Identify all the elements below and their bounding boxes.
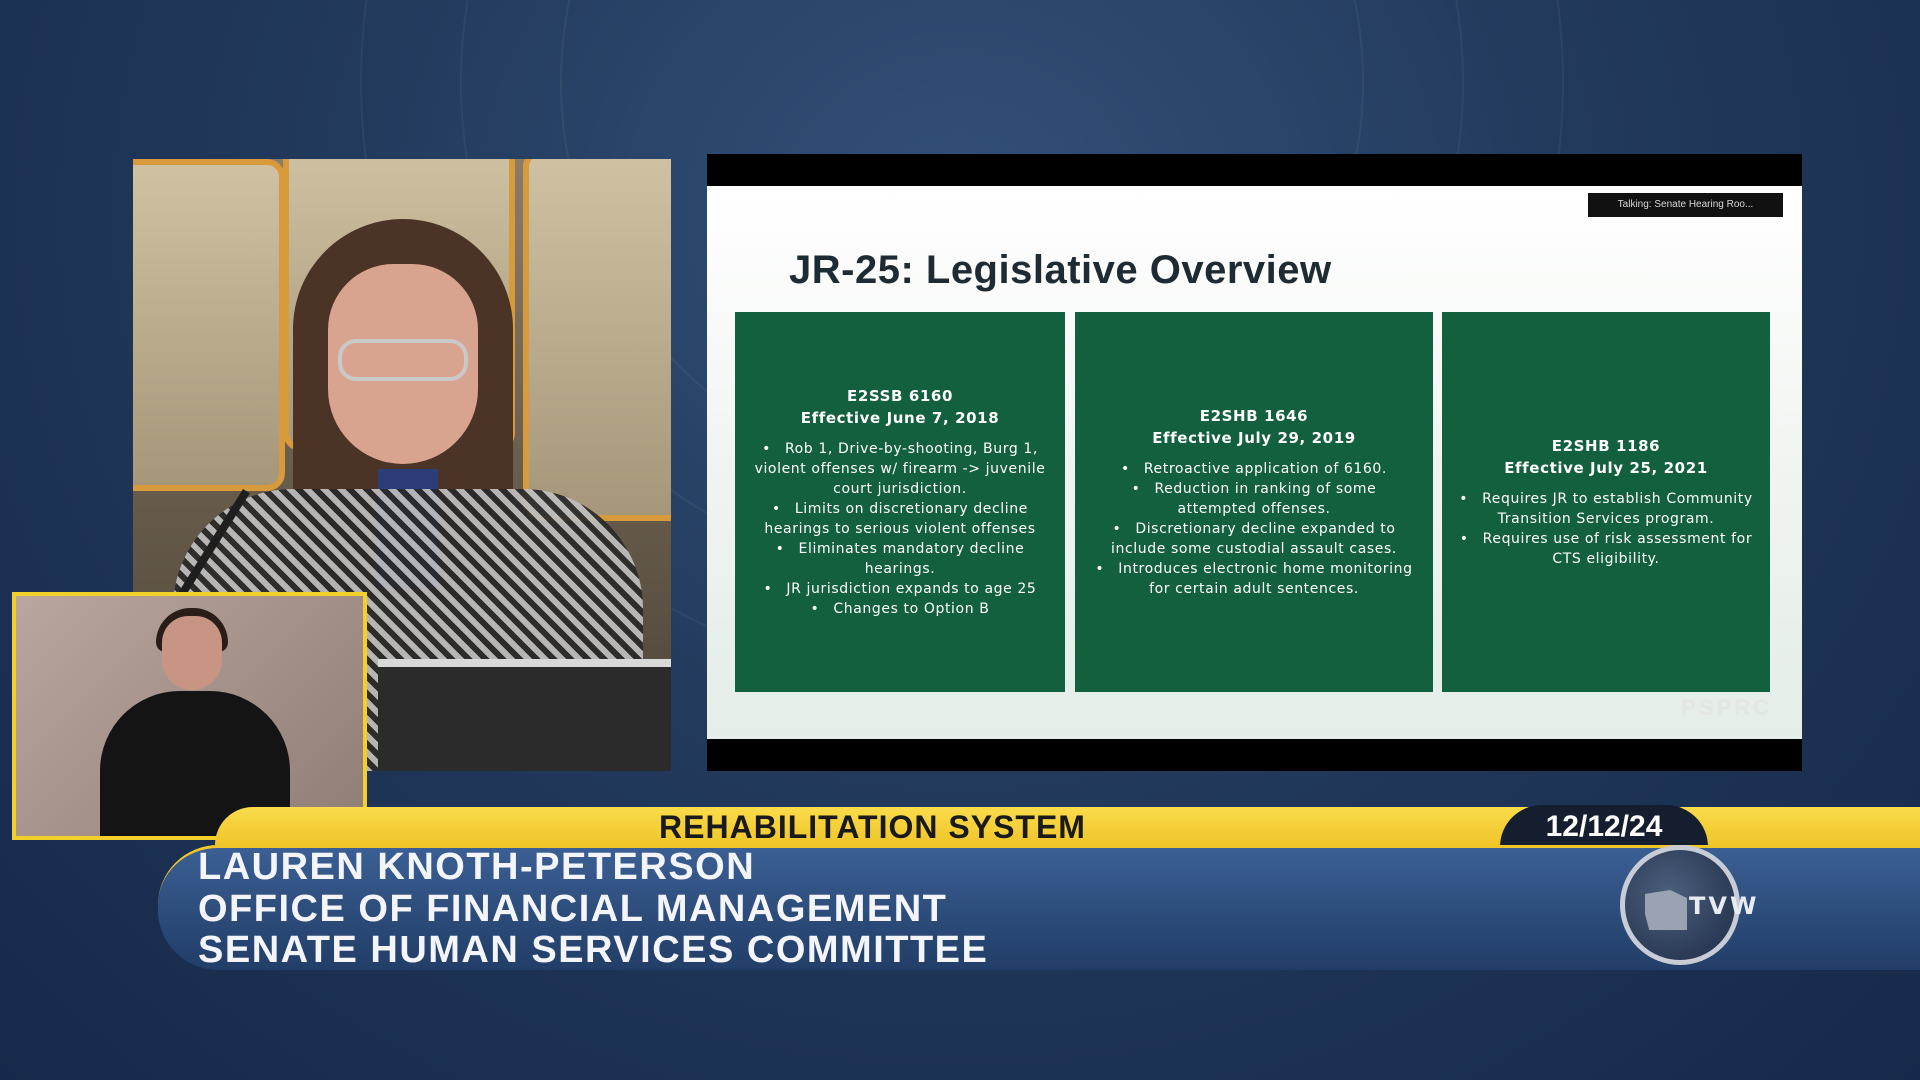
list-item: Discretionary decline expanded to includ… [1091, 519, 1417, 559]
list-item: Eliminates mandatory decline hearings. [751, 539, 1049, 579]
list-item: Limits on discretionary decline hearings… [751, 499, 1049, 539]
bill-card-header: E2SSB 6160 Effective June 7, 2018 [801, 385, 1000, 429]
slide-title: JR-25: Legislative Overview [789, 248, 1332, 292]
list-item: Requires use of risk assessment for CTS … [1458, 529, 1754, 569]
committee-name: SENATE HUMAN SERVICES COMMITTEE [198, 929, 989, 971]
bill-provisions-list: Requires JR to establish Community Trans… [1458, 489, 1754, 569]
bill-card-1186: E2SHB 1186 Effective July 25, 2021 Requi… [1442, 312, 1770, 692]
bill-effective-date: Effective June 7, 2018 [800, 409, 1000, 427]
desk-monitor [378, 659, 671, 771]
bill-card-6160: E2SSB 6160 Effective June 7, 2018 Rob 1,… [735, 312, 1065, 692]
bill-provisions-list: Retroactive application of 6160. Reducti… [1091, 459, 1417, 599]
list-item: Rob 1, Drive-by-shooting, Burg 1, violen… [751, 439, 1049, 499]
bill-provisions-list: Rob 1, Drive-by-shooting, Burg 1, violen… [751, 439, 1049, 619]
bill-effective-date: Effective July 25, 2021 [1504, 459, 1708, 477]
speaker-name: LAUREN KNOTH-PETERSON [198, 846, 756, 888]
list-item: Changes to Option B [751, 599, 1049, 619]
list-item: Reduction in ranking of some attempted o… [1091, 479, 1417, 519]
talking-indicator-badge: Talking: Senate Hearing Roo... [1588, 193, 1783, 217]
broadcast-date: 12/12/24 [1545, 810, 1663, 843]
interpreter-face [162, 616, 222, 690]
tvw-logo-icon: TVW [1620, 845, 1756, 965]
bill-card-1646: E2SHB 1646 Effective July 29, 2019 Retro… [1075, 312, 1433, 692]
bill-number: E2SHB 1646 [1199, 407, 1309, 425]
slide-frame: Talking: Senate Hearing Roo... JR-25: Le… [707, 154, 1802, 771]
presentation-slide: Talking: Senate Hearing Roo... JR-25: Le… [707, 186, 1802, 739]
list-item: Introduces electronic home monitoring fo… [1091, 559, 1417, 599]
list-item: Retroactive application of 6160. [1091, 459, 1417, 479]
list-item: Requires JR to establish Community Trans… [1458, 489, 1754, 529]
washington-state-icon [1645, 890, 1687, 930]
tvw-logo-text: TVW [1689, 892, 1760, 920]
speaker-organization: OFFICE OF FINANCIAL MANAGEMENT [198, 888, 948, 930]
list-item: JR jurisdiction expands to age 25 [751, 579, 1049, 599]
topic-title: REHABILITATION SYSTEM [659, 809, 1086, 845]
bill-card-header: E2SHB 1646 Effective July 29, 2019 [1152, 405, 1356, 449]
speaker-glasses [338, 339, 468, 381]
bill-number: E2SHB 1186 [1551, 437, 1661, 455]
pspr-watermark-logo: PSPRC [1681, 695, 1772, 720]
bill-card-header: E2SHB 1186 Effective July 25, 2021 [1504, 435, 1708, 479]
bill-number: E2SSB 6160 [846, 387, 954, 405]
lower-third-banner: REHABILITATION SYSTEM 12/12/24 LAUREN KN… [0, 800, 1920, 980]
bill-effective-date: Effective July 29, 2019 [1152, 429, 1356, 447]
